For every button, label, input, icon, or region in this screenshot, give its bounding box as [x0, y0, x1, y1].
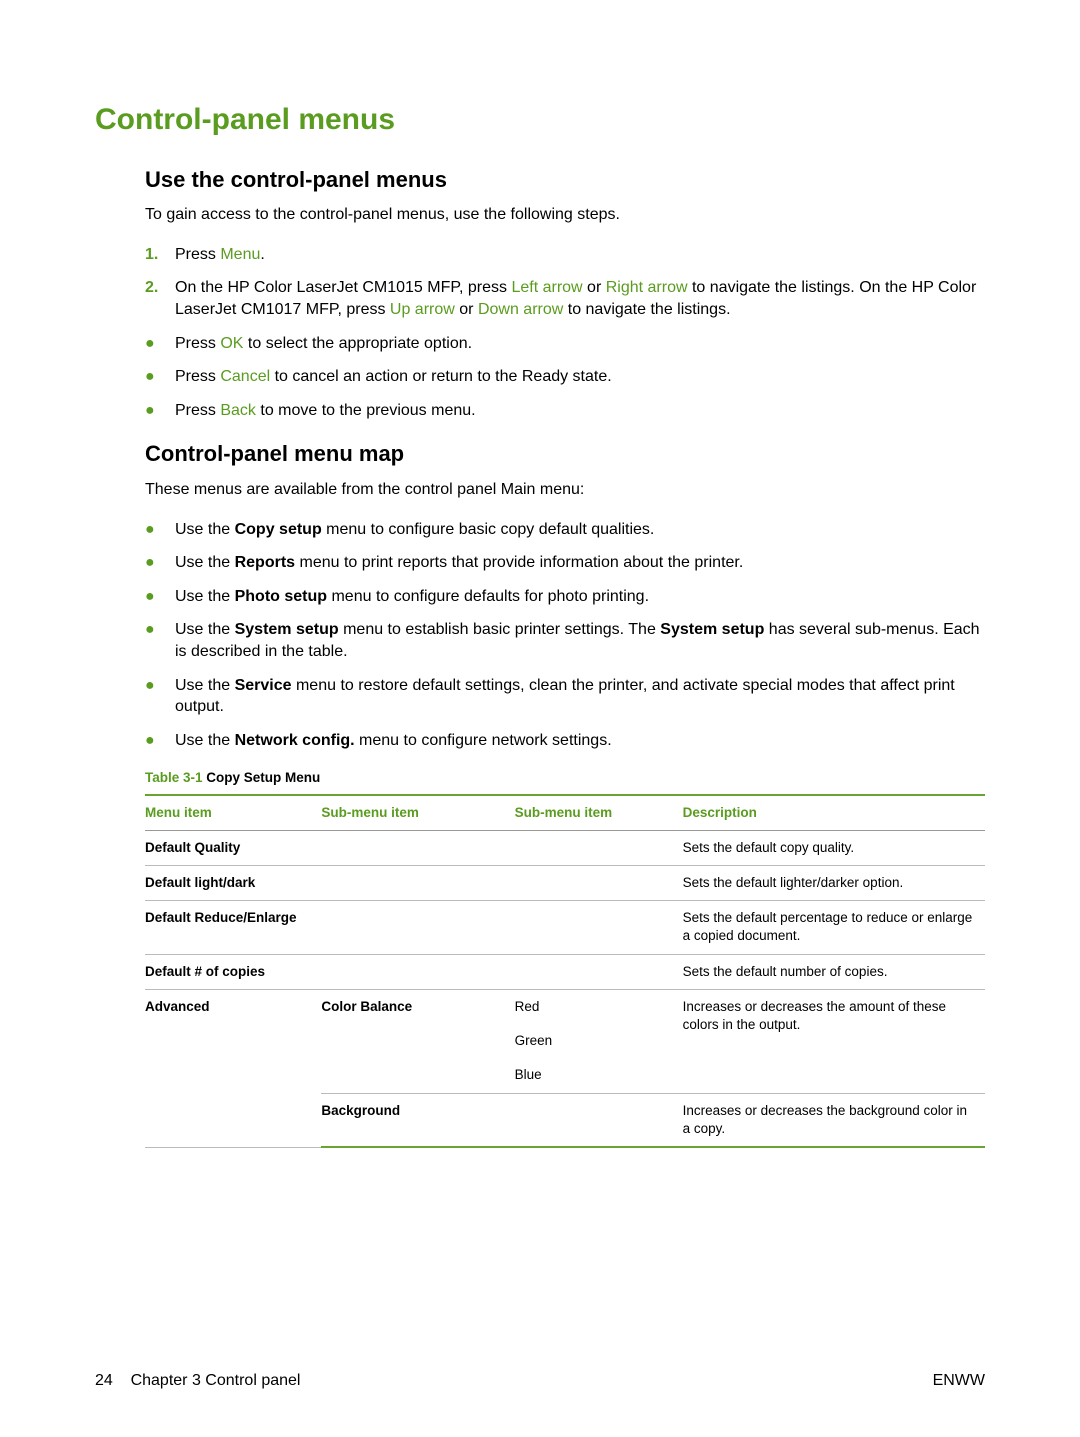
page-footer: 24 Chapter 3 Control panel ENWW	[95, 1370, 985, 1392]
table-row-advanced: Advanced Color Balance Red Increases or …	[145, 989, 985, 1024]
step-2: 2. On the HP Color LaserJet CM1015 MFP, …	[145, 277, 985, 320]
bullet-icon: ●	[145, 586, 175, 608]
sub-bullets-1: ● Press OK to select the appropriate opt…	[95, 333, 985, 422]
map-item-copy-setup: ● Use the Copy setup menu to configure b…	[145, 519, 985, 541]
bullet-cancel: ● Press Cancel to cancel an action or re…	[145, 366, 985, 388]
chapter-label: Chapter 3 Control panel	[131, 1372, 301, 1389]
table-caption-title: Copy Setup Menu	[203, 770, 321, 785]
section-use-menus-heading: Use the control-panel menus	[95, 165, 985, 195]
step1-post: .	[260, 246, 264, 263]
table-caption: Table 3-1 Copy Setup Menu	[95, 769, 985, 787]
th-description: Description	[683, 795, 985, 831]
th-menu-item: Menu item	[145, 795, 321, 831]
b2-pre: Press	[175, 368, 220, 385]
bullet-icon: ●	[145, 333, 175, 355]
menu-map-list: ● Use the Copy setup menu to configure b…	[95, 519, 985, 752]
bullet-icon: ●	[145, 366, 175, 388]
map-item-system-setup: ● Use the System setup menu to establish…	[145, 619, 985, 662]
step-marker-2: 2.	[145, 277, 175, 320]
map-item-network-config: ● Use the Network config. menu to config…	[145, 730, 985, 752]
menu-key: Menu	[220, 246, 260, 263]
b2-post: to cancel an action or return to the Rea…	[270, 368, 612, 385]
section1-intro: To gain access to the control-panel menu…	[95, 204, 985, 226]
steps-list: 1. Press Menu. 2. On the HP Color LaserJ…	[95, 244, 985, 321]
step-1: 1. Press Menu.	[145, 244, 985, 266]
right-arrow-key: Right arrow	[606, 279, 688, 296]
table-row: Default light/dark Sets the default ligh…	[145, 866, 985, 901]
b1-pre: Press	[175, 335, 220, 352]
map-item-reports: ● Use the Reports menu to print reports …	[145, 552, 985, 574]
copy-setup-table: Menu item Sub-menu item Sub-menu item De…	[145, 794, 985, 1148]
b1-post: to select the appropriate option.	[243, 335, 472, 352]
bullet-icon: ●	[145, 400, 175, 422]
bullet-icon: ●	[145, 552, 175, 574]
bullet-back: ● Press Back to move to the previous men…	[145, 400, 985, 422]
page-title: Control-panel menus	[95, 100, 985, 141]
down-arrow-key: Down arrow	[478, 301, 563, 318]
table-row: Default Reduce/Enlarge Sets the default …	[145, 901, 985, 954]
step2-or2: or	[455, 301, 478, 318]
bullet-icon: ●	[145, 730, 175, 752]
map-item-photo-setup: ● Use the Photo setup menu to configure …	[145, 586, 985, 608]
step-marker-1: 1.	[145, 244, 175, 266]
bullet-ok: ● Press OK to select the appropriate opt…	[145, 333, 985, 355]
back-key: Back	[220, 402, 256, 419]
step1-pre: Press	[175, 246, 220, 263]
left-arrow-key: Left arrow	[511, 279, 582, 296]
b3-pre: Press	[175, 402, 220, 419]
th-submenu-2: Sub-menu item	[515, 795, 683, 831]
map-item-service: ● Use the Service menu to restore defaul…	[145, 675, 985, 718]
bullet-icon: ●	[145, 619, 175, 662]
ok-key: OK	[220, 335, 243, 352]
step2-end: to navigate the listings.	[563, 301, 730, 318]
cancel-key: Cancel	[220, 368, 270, 385]
step2-or1: or	[583, 279, 606, 296]
b3-post: to move to the previous menu.	[256, 402, 476, 419]
section2-intro: These menus are available from the contr…	[95, 479, 985, 501]
table-caption-label: Table 3-1	[145, 770, 203, 785]
table-row: Default Quality Sets the default copy qu…	[145, 830, 985, 865]
bullet-icon: ●	[145, 519, 175, 541]
section-menu-map-heading: Control-panel menu map	[95, 439, 985, 469]
table-header-row: Menu item Sub-menu item Sub-menu item De…	[145, 795, 985, 831]
step2-a: On the HP Color LaserJet CM1015 MFP, pre…	[175, 279, 511, 296]
th-submenu-1: Sub-menu item	[321, 795, 514, 831]
table-row: Default # of copies Sets the default num…	[145, 954, 985, 989]
up-arrow-key: Up arrow	[390, 301, 455, 318]
bullet-icon: ●	[145, 675, 175, 718]
footer-right: ENWW	[933, 1370, 985, 1392]
page-number: 24	[95, 1372, 113, 1389]
